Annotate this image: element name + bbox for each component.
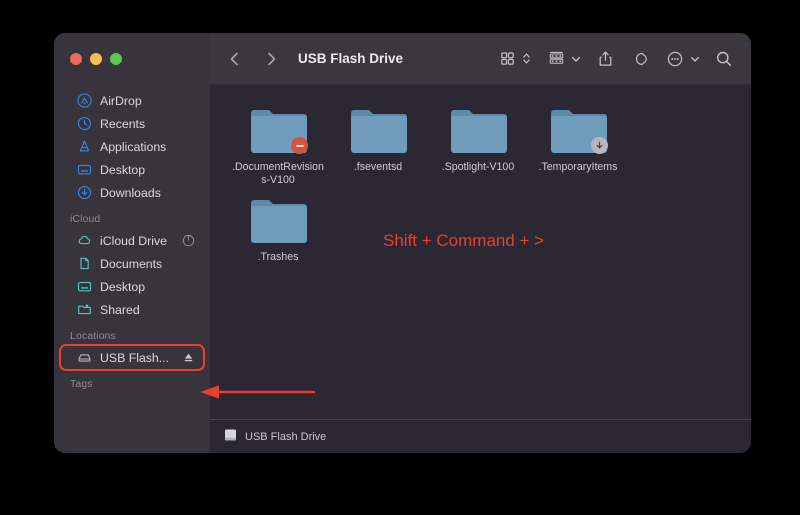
chevron-right-icon[interactable]	[260, 48, 282, 70]
shared-folder-icon	[77, 302, 92, 317]
screenshot-root: AirDrop Recents Applications Desktop Dow…	[0, 0, 800, 515]
sidebar-item-label: iCloud Drive	[100, 233, 167, 248]
group-by-icon[interactable]	[545, 48, 567, 70]
file-label: .TemporaryItems	[538, 161, 618, 173]
toolbar: USB Flash Drive	[210, 33, 751, 85]
file-item[interactable]: .DocumentRevisions-V100	[228, 103, 328, 187]
sidebar-item-downloads[interactable]: Downloads	[61, 181, 203, 204]
file-label: .fseventsd	[353, 161, 403, 173]
status-bar-label: USB Flash Drive	[245, 430, 327, 443]
minimize-button[interactable]	[90, 53, 102, 65]
search-icon[interactable]	[713, 48, 735, 70]
sync-progress-icon	[182, 234, 195, 247]
shortcut-annotation-text: Shift + Command + >	[383, 231, 545, 250]
icon-view-grid-icon[interactable]	[496, 48, 518, 70]
folder-icon	[249, 107, 308, 155]
sidebar-item-icloud-desktop[interactable]: Desktop	[61, 275, 203, 298]
cloud-icon	[77, 233, 92, 248]
sidebar-item-label: AirDrop	[100, 93, 142, 108]
window-title: USB Flash Drive	[298, 51, 404, 66]
folder-icon	[249, 197, 307, 245]
eject-icon[interactable]	[182, 351, 195, 364]
sidebar-item-label: Documents	[100, 256, 163, 271]
desktop-icon	[77, 162, 92, 177]
sidebar-item-label: Shared	[100, 302, 140, 317]
folder-icon	[549, 107, 608, 155]
chevron-up-down-icon[interactable]	[521, 48, 532, 70]
restricted-badge-icon	[291, 137, 308, 154]
sidebar-item-label: Applications	[100, 139, 167, 154]
close-button[interactable]	[70, 53, 82, 65]
navigation-buttons	[224, 48, 282, 70]
file-item[interactable]: .Spotlight-V100	[428, 103, 528, 187]
sidebar-item-applications[interactable]: Applications	[61, 135, 203, 158]
more-actions-control[interactable]	[664, 48, 700, 70]
sidebar-item-airdrop[interactable]: AirDrop	[61, 89, 203, 112]
external-drive-icon	[77, 350, 92, 365]
sidebar-section-icloud-title: iCloud	[70, 213, 101, 225]
file-item[interactable]: .fseventsd	[328, 103, 428, 187]
traffic-light-group	[54, 33, 210, 85]
airdrop-icon	[77, 93, 92, 108]
chevron-left-icon[interactable]	[224, 48, 246, 70]
sidebar-item-desktop[interactable]: Desktop	[61, 158, 203, 181]
clock-icon	[77, 116, 92, 131]
sidebar-item-documents[interactable]: Documents	[61, 252, 203, 275]
more-ellipsis-icon[interactable]	[664, 48, 686, 70]
applications-icon	[77, 139, 92, 154]
sidebar-item-label: Downloads	[100, 185, 161, 200]
zoom-button[interactable]	[110, 53, 122, 65]
sidebar-section-locations-title: Locations	[70, 330, 116, 342]
sidebar-item-icloud-drive[interactable]: iCloud Drive	[61, 229, 203, 252]
file-item[interactable]: .Trashes	[228, 193, 328, 264]
sidebar-item-label: Desktop	[100, 162, 146, 177]
sidebar-item-shared[interactable]: Shared	[61, 298, 203, 321]
sidebar-item-label: Desktop	[100, 279, 146, 294]
share-icon[interactable]	[594, 48, 616, 70]
chevron-down-icon[interactable]	[689, 48, 700, 70]
download-badge-icon	[591, 137, 608, 154]
sidebar: AirDrop Recents Applications Desktop Dow…	[54, 33, 210, 453]
sidebar-item-label: USB Flash...	[100, 350, 170, 365]
view-mode-control[interactable]	[496, 48, 532, 70]
file-grid: .DocumentRevisions-V100 .fseventsd .Spot…	[210, 85, 751, 419]
document-icon	[77, 256, 92, 271]
file-label: .Spotlight-V100	[441, 161, 515, 173]
downloads-icon	[77, 185, 92, 200]
toolbar-actions	[496, 48, 735, 70]
sidebar-item-label: Recents	[100, 116, 146, 131]
folder-icon	[349, 107, 407, 155]
sidebar-section-tags-title: Tags	[70, 378, 93, 390]
group-by-control[interactable]	[545, 48, 581, 70]
sidebar-item-recents[interactable]: Recents	[61, 112, 203, 135]
status-bar: USB Flash Drive	[210, 419, 751, 453]
file-label: .DocumentRevisions-V100	[232, 161, 324, 186]
drive-icon	[224, 427, 237, 447]
sidebar-item-usb-flash-drive[interactable]: USB Flash...	[59, 344, 205, 371]
sidebar-scroll: AirDrop Recents Applications Desktop Dow…	[54, 85, 210, 453]
desktop-icon	[77, 279, 92, 294]
tag-icon[interactable]	[629, 48, 651, 70]
file-label: .Trashes	[257, 251, 299, 263]
file-item[interactable]: .TemporaryItems	[528, 103, 628, 187]
folder-icon	[449, 107, 507, 155]
chevron-down-icon[interactable]	[570, 48, 581, 70]
